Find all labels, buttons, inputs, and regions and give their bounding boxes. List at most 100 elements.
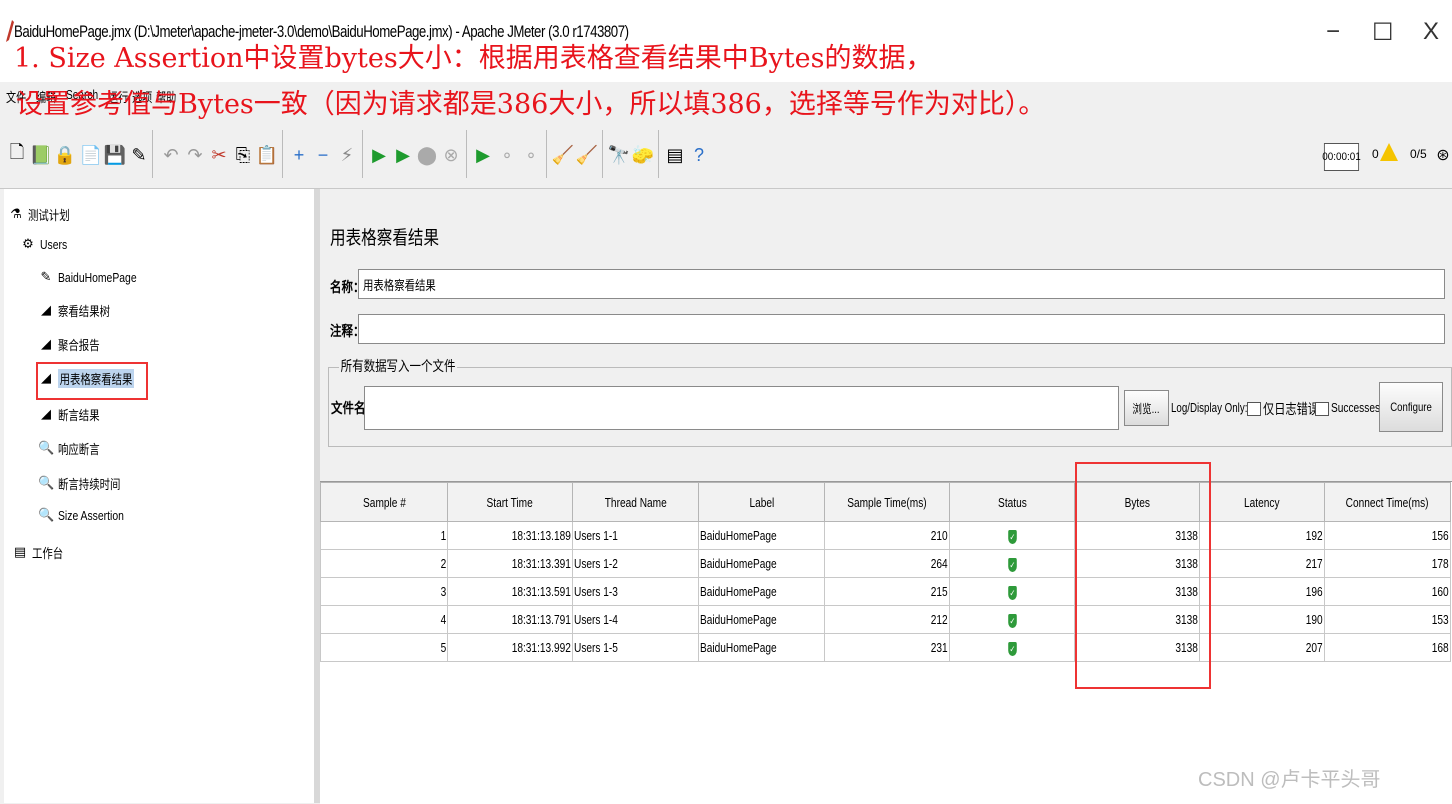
table-cell: ✓ [949,549,1075,578]
table-cell: 178 [1324,549,1451,578]
maximize-button[interactable]: ☐ [1372,18,1394,47]
save-icon[interactable]: 💾 [104,133,126,177]
tree-node-label: BaiduHomePage [58,269,137,285]
table-cell: Users 1-4 [572,605,699,634]
toolbar-separator [546,130,547,178]
listener-icon: ◢ [41,336,51,351]
clear-all-icon[interactable]: 🧹 [576,133,598,177]
table-cell: Users 1-1 [572,521,699,550]
column-header[interactable]: Connect Time(ms) [1324,482,1451,522]
tree-node[interactable]: 🔍 断言持续时间 [38,470,136,496]
annotation-line-2: 设置参考值与Bytes一致（因为请求都是386大小，所以填386，选择等号作为对… [16,89,1046,120]
column-header[interactable]: Label [698,482,825,522]
column-header[interactable]: Thread Name [572,482,699,522]
stop-icon[interactable]: ⬤ [416,133,438,177]
remote-start-icon[interactable]: ▶ [472,133,494,177]
toolbar: 🗋 📗 🔒 📄 💾 ✎ ↶ ↷ ✂ ⎘ 📋 + − ⚡ ▶ ▶ ⬤ ⊗ ▶ ∘ … [0,125,1452,189]
table-row[interactable]: 1 18:31:13.189 Users 1-1 BaiduHomePage 210 ✓ 3… [320,521,1451,550]
column-header[interactable]: Sample # [320,482,448,522]
cell-value: 192 [1306,528,1323,543]
close-file-icon[interactable]: 📄 [80,133,102,177]
remote-stop-icon[interactable]: ∘ [496,133,518,177]
tree-node[interactable]: ⚙ Users [20,231,74,257]
filename-label: 文件名 [331,400,366,416]
shutdown-icon[interactable]: ⊗ [440,133,462,177]
tree-node-label: 断言结果 [58,407,100,423]
elapsed-timer: 00:00:01 [1322,143,1361,171]
toggle-icon[interactable]: ⚡ [336,133,358,177]
tree-node[interactable]: 🔍 Size Assertion [38,502,140,528]
workbench-icon: ▤ [13,544,27,559]
expand-icon[interactable]: + [288,133,310,177]
templates-icon[interactable]: 📗 [30,133,52,177]
table-cell: 207 [1199,633,1325,662]
help-icon[interactable]: ? [688,133,710,177]
table-cell: 231 [824,633,950,662]
name-field[interactable]: 用表格察看结果 [358,269,1445,299]
write-to-file-group: 所有数据写入一个文件 文件名 浏览... Log/Display Only: 仅… [328,356,1452,447]
table-cell: ✓ [949,521,1075,550]
errors-checkbox[interactable] [1247,402,1261,416]
start-icon[interactable]: ▶ [368,133,390,177]
column-header-label: Sample Time(ms) [847,494,927,510]
table-cell: BaiduHomePage [698,605,825,634]
column-header[interactable]: Latency [1199,482,1325,522]
write-to-file-legend: 所有数据写入一个文件 [339,356,458,376]
clear-icon[interactable]: 🧹 [552,133,574,177]
warning-icon[interactable] [1380,143,1398,161]
redo-icon[interactable]: ↷ [184,133,206,177]
toolbar-separator [602,130,603,178]
table-row[interactable]: 3 18:31:13.591 Users 1-3 BaiduHomePage 215 ✓ 3… [320,577,1451,606]
cell-value: 264 [931,556,948,571]
tree-node[interactable]: ⚗ 测试计划 [8,201,80,227]
column-header[interactable]: Sample Time(ms) [824,482,950,522]
results-table[interactable]: Sample # Start Time Thread Name Label Sample… [320,481,1452,804]
table-cell: 156 [1324,521,1451,550]
table-cell: 2 [320,549,448,578]
open-icon[interactable]: 🔒 [54,133,76,177]
configure-button[interactable]: Configure [1379,382,1443,432]
cut-icon[interactable]: ✂ [208,133,230,177]
tree-node[interactable]: ▤ 工作台 [12,539,71,565]
undo-icon[interactable]: ↶ [160,133,182,177]
toolbar-separator [152,130,153,178]
start-no-pause-icon[interactable]: ▶ [392,133,414,177]
browse-button[interactable]: 浏览... [1124,390,1169,426]
save-as-icon[interactable]: ✎ [128,133,150,177]
warning-count: 0 [1372,147,1379,161]
column-header[interactable]: Start Time [447,482,573,522]
successes-checkbox[interactable] [1315,402,1329,416]
tree-node[interactable]: ◢ 聚合报告 [38,331,110,357]
paste-icon[interactable]: 📋 [256,133,278,177]
function-helper-icon[interactable]: ▤ [664,133,686,177]
new-icon[interactable]: 🗋 [6,133,28,177]
comment-field[interactable] [358,314,1445,344]
tree-node[interactable]: 🔍 响应断言 [38,435,110,461]
column-header-label: Sample # [362,494,406,510]
tree-node[interactable]: ✎ BaiduHomePage [38,264,156,290]
cell-value: 18:31:13.391 [511,556,571,571]
minimize-button[interactable]: − [1326,18,1340,46]
table-cell: 18:31:13.791 [447,605,573,634]
close-button[interactable]: X [1423,18,1439,46]
cell-value: 210 [931,528,948,543]
collapse-icon[interactable]: − [312,133,334,177]
table-cell: Users 1-5 [572,633,699,662]
column-header[interactable]: Status [949,482,1075,522]
table-header-row: Sample # Start Time Thread Name Label Sample… [320,482,1451,522]
search-icon[interactable]: 🔭 [608,133,630,177]
tree-node-label: 断言持续时间 [58,476,121,492]
tree-node-label: Users [40,236,68,252]
remote-exit-icon[interactable]: ∘ [520,133,542,177]
reset-search-icon[interactable]: 🧽 [632,133,654,177]
table-cell: 18:31:13.992 [447,633,573,662]
table-row[interactable]: 2 18:31:13.391 Users 1-2 BaiduHomePage 264 ✓ 3… [320,549,1451,578]
tree-node[interactable]: ◢ 察看结果树 [38,297,123,323]
table-row[interactable]: 4 18:31:13.791 Users 1-4 BaiduHomePage 212 ✓ 3… [320,605,1451,634]
copy-icon[interactable]: ⎘ [232,133,254,177]
filename-input[interactable] [364,386,1119,430]
table-cell: 210 [824,521,950,550]
table-row[interactable]: 5 18:31:13.992 Users 1-5 BaiduHomePage 231 ✓ 3… [320,633,1451,662]
table-cell: 196 [1199,577,1325,606]
tree-node[interactable]: ◢ 断言结果 [38,401,110,427]
